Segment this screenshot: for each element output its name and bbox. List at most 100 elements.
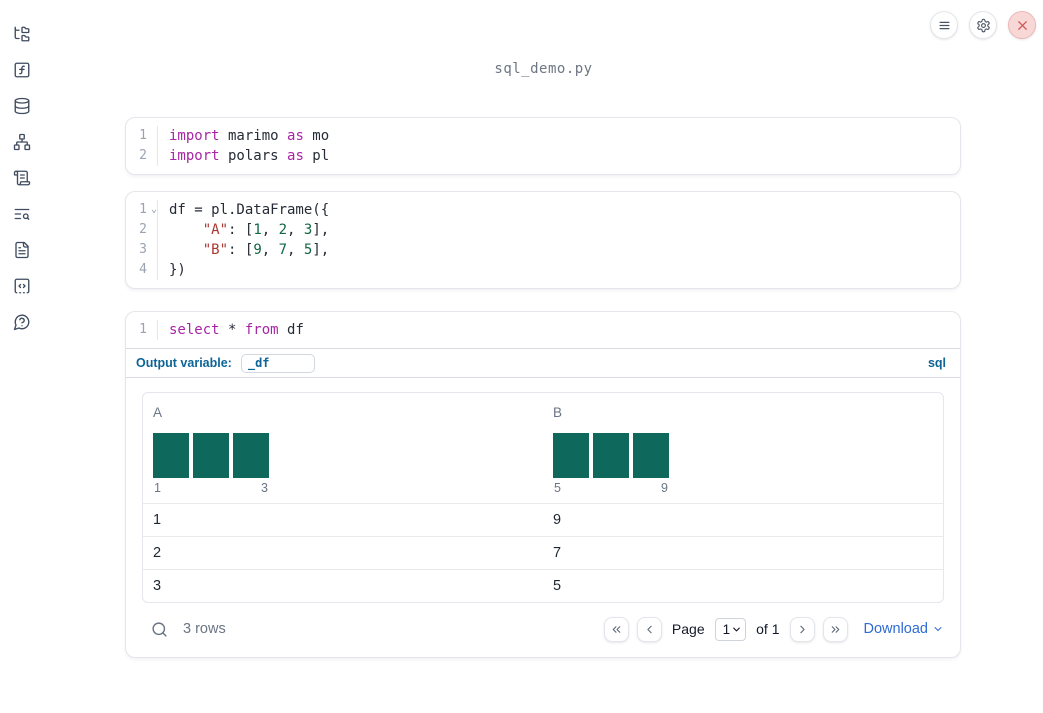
table-cell: 1 bbox=[153, 512, 162, 528]
next-page-button[interactable] bbox=[789, 616, 815, 642]
text-search-icon bbox=[14, 208, 30, 220]
square-function-icon bbox=[14, 62, 30, 78]
page-of-label: of 1 bbox=[756, 621, 780, 637]
database-icon bbox=[14, 97, 30, 115]
code-cell-imports[interactable]: 1 import marimo as mo 2 import polars as pl bbox=[125, 117, 961, 175]
chevrons-left-icon bbox=[612, 625, 621, 633]
code-text: "B": [9, 7, 5], bbox=[202, 242, 330, 258]
table-footer: 3 rows Page 1 of 1 Download bbox=[142, 612, 944, 646]
line-number: 4 bbox=[126, 260, 158, 280]
last-page-button[interactable] bbox=[822, 616, 848, 642]
search-icon[interactable] bbox=[151, 621, 168, 638]
chevron-down-icon bbox=[733, 627, 740, 631]
line-number: 1 bbox=[126, 126, 158, 146]
code-line[interactable]: 1 import marimo as mo bbox=[126, 126, 960, 146]
line-number: 1 ⌄ bbox=[126, 200, 158, 220]
table-cell: 7 bbox=[553, 545, 562, 561]
line-number: 2 bbox=[126, 220, 158, 240]
code-text: }) bbox=[169, 262, 186, 278]
table-cell: 9 bbox=[553, 512, 562, 528]
page-select-value: 1 bbox=[722, 621, 731, 637]
row-count: 3 rows bbox=[183, 621, 226, 637]
sidebar-item-datasources[interactable] bbox=[12, 96, 32, 116]
sidebar-item-logs[interactable] bbox=[12, 168, 32, 188]
code-line[interactable]: 1 ⌄ df = pl.DataFrame({ bbox=[126, 200, 960, 220]
table-body: 192735 bbox=[143, 503, 943, 602]
code-line[interactable]: 4}) bbox=[126, 260, 960, 280]
histogram-axis-labels: 59 bbox=[554, 481, 668, 495]
notebook-menu-button[interactable] bbox=[930, 11, 958, 39]
square-code-icon bbox=[14, 278, 30, 294]
histogram-bar bbox=[553, 433, 589, 478]
page-label: Page bbox=[671, 621, 705, 637]
sql-cell[interactable]: 1 select * from df Output variable: sql A… bbox=[125, 311, 961, 658]
close-icon bbox=[1017, 20, 1027, 30]
sidebar bbox=[0, 0, 44, 713]
table-row[interactable]: 19 bbox=[143, 503, 943, 536]
sidebar-item-variables[interactable] bbox=[12, 60, 32, 80]
chevrons-right-icon bbox=[831, 625, 839, 633]
sidebar-item-help[interactable] bbox=[12, 312, 32, 332]
file-text-icon bbox=[15, 241, 29, 259]
code-text: import polars as pl bbox=[169, 148, 330, 164]
table-row[interactable]: 27 bbox=[143, 536, 943, 569]
column-header-b[interactable]: B 59 bbox=[543, 393, 943, 503]
chevron-left-icon bbox=[647, 625, 652, 633]
sidebar-item-outline[interactable] bbox=[12, 204, 32, 224]
code-line[interactable]: 2 "A": [1, 2, 3], bbox=[126, 220, 960, 240]
chevron-right-icon bbox=[799, 625, 805, 633]
column-label: A bbox=[153, 405, 163, 420]
histogram-bar bbox=[193, 433, 229, 478]
output-variable-label: Output variable: bbox=[136, 356, 232, 370]
table-header: A 13 B 59 bbox=[143, 393, 943, 503]
settings-button[interactable] bbox=[969, 11, 997, 39]
page-select[interactable]: 1 bbox=[714, 617, 747, 641]
notebook-filename: sql_demo.py bbox=[494, 61, 593, 77]
hamburger-menu-icon bbox=[939, 21, 949, 29]
message-question-icon bbox=[13, 314, 30, 331]
table-row[interactable]: 35 bbox=[143, 569, 943, 602]
prev-page-button[interactable] bbox=[636, 616, 662, 642]
code-cell-dataframe[interactable]: 1 ⌄ df = pl.DataFrame({2 "A": [1, 2, 3], 3 … bbox=[125, 191, 961, 289]
sidebar-item-documentation[interactable] bbox=[12, 240, 32, 260]
histogram-bar bbox=[633, 433, 669, 478]
line-number: 1 bbox=[126, 320, 158, 340]
sql-editor[interactable]: 1 select * from df bbox=[126, 312, 960, 348]
code-text: df = pl.DataFrame({ bbox=[169, 202, 330, 218]
column-b-histogram: 59 bbox=[553, 433, 669, 495]
gear-icon bbox=[976, 18, 990, 32]
column-a-histogram: 13 bbox=[153, 433, 269, 495]
code-line[interactable]: 1 select * from df bbox=[126, 320, 960, 340]
histogram-bar bbox=[593, 433, 629, 478]
table-cell: 3 bbox=[153, 578, 162, 594]
line-number: 3 bbox=[126, 240, 158, 260]
histogram-bar bbox=[233, 433, 269, 478]
code-text: "A": [1, 2, 3], bbox=[202, 222, 330, 238]
language-badge: sql bbox=[927, 356, 946, 370]
code-text: import marimo as mo bbox=[169, 128, 330, 144]
sidebar-item-snippets[interactable] bbox=[12, 276, 32, 296]
chevron-down-icon bbox=[934, 627, 942, 631]
shutdown-button[interactable] bbox=[1008, 11, 1036, 39]
output-variable-bar: Output variable: sql bbox=[126, 348, 960, 377]
column-label: B bbox=[553, 405, 563, 420]
network-icon bbox=[13, 133, 31, 151]
folder-tree-icon bbox=[14, 26, 30, 42]
fold-chevron-icon[interactable]: ⌄ bbox=[151, 200, 157, 220]
code-editor[interactable]: 1 import marimo as mo 2 import polars as pl bbox=[126, 118, 960, 174]
sidebar-item-file-explorer[interactable] bbox=[12, 24, 32, 44]
download-button[interactable]: Download bbox=[864, 621, 945, 637]
output-variable-input[interactable] bbox=[240, 353, 315, 373]
code-line[interactable]: 3 "B": [9, 7, 5], bbox=[126, 240, 960, 260]
cell-output: A 13 B 59 192735 3 rows Page 1 of 1 Down… bbox=[126, 377, 960, 657]
first-page-button[interactable] bbox=[603, 616, 629, 642]
code-text: select * from df bbox=[169, 322, 304, 338]
table-cell: 2 bbox=[153, 545, 162, 561]
scroll-icon bbox=[13, 170, 31, 186]
code-line[interactable]: 2 import polars as pl bbox=[126, 146, 960, 166]
line-number: 2 bbox=[126, 146, 158, 166]
sidebar-item-dependency-graph[interactable] bbox=[12, 132, 32, 152]
code-editor[interactable]: 1 ⌄ df = pl.DataFrame({2 "A": [1, 2, 3], 3 … bbox=[126, 192, 960, 288]
histogram-axis-labels: 13 bbox=[154, 481, 268, 495]
column-header-a[interactable]: A 13 bbox=[143, 393, 543, 503]
